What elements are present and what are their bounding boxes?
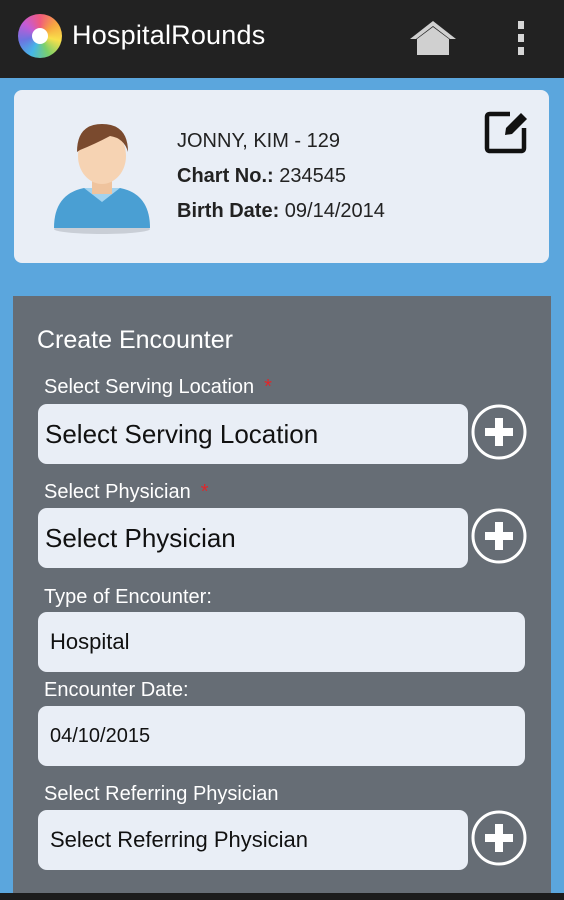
serving-location-select[interactable]: Select Serving Location [38,404,468,464]
required-marker: * [200,481,209,503]
referring-physician-label: Select Referring Physician [44,783,279,805]
chart-number-value: 234545 [279,165,346,187]
serving-location-label: Select Serving Location * [44,376,272,398]
birth-date-value: 09/14/2014 [284,200,385,222]
physician-select[interactable]: Select Physician [38,508,468,568]
required-marker: * [264,376,272,398]
birth-date-label: Birth Date: [177,200,280,222]
add-referring-physician-button[interactable] [470,809,528,867]
encounter-date-field[interactable]: 04/10/2015 [38,706,525,766]
action-bar: HospitalRounds [0,0,564,78]
app-title: HospitalRounds [72,20,266,50]
edit-icon [484,111,527,154]
overflow-menu-icon [518,21,524,29]
bottom-edge [0,893,564,900]
birth-date-row: Birth Date: 09/14/2014 [177,200,385,223]
encounter-type-label: Type of Encounter: [44,586,212,608]
chart-number-row: Chart No.: 234545 [177,165,346,188]
patient-avatar-icon [54,124,150,234]
app-logo-icon [18,14,62,58]
create-encounter-form: Create Encounter Select Serving Location… [13,296,551,900]
home-icon [410,21,456,55]
overflow-menu-button[interactable] [506,18,536,58]
home-button[interactable] [408,18,458,58]
edit-patient-button[interactable] [484,108,530,154]
add-serving-location-button[interactable] [470,403,528,461]
patient-name: JONNY, KIM - 129 [177,130,341,152]
encounter-type-field[interactable]: Hospital [38,612,525,672]
physician-label: Select Physician * [44,481,209,503]
chart-number-label: Chart No.: [177,165,274,187]
encounter-date-label: Encounter Date: [44,679,189,701]
patient-card: JONNY, KIM - 129 Chart No.: 234545 Birth… [14,90,549,263]
add-physician-button[interactable] [470,507,528,565]
form-title: Create Encounter [37,326,233,354]
referring-physician-select[interactable]: Select Referring Physician [38,810,468,870]
